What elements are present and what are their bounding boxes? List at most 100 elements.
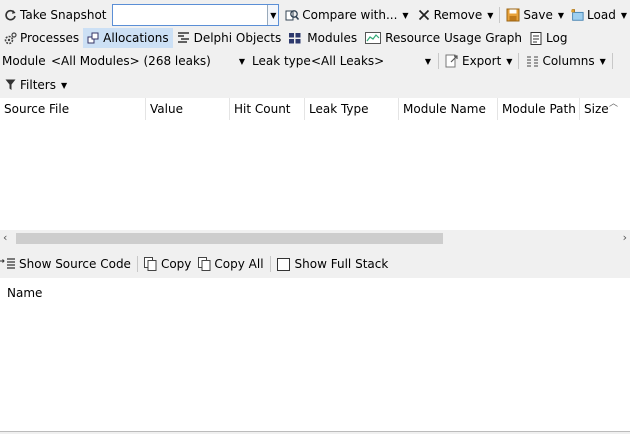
leak-type-select[interactable]: <All Leaks> ▼ bbox=[306, 51, 435, 71]
stack-name-header[interactable]: Name bbox=[7, 286, 42, 300]
module-label: Module bbox=[2, 54, 46, 68]
column-header-source-file[interactable]: Source File bbox=[0, 98, 146, 120]
filters-button[interactable]: Filters ▼ bbox=[0, 75, 70, 95]
scroll-right-icon[interactable]: › bbox=[623, 231, 627, 244]
tab-label: Resource Usage Graph bbox=[385, 31, 522, 45]
filter-bar: Module <All Modules> (268 leaks) ▼ Leak … bbox=[0, 51, 630, 71]
copy-all-label: Copy All bbox=[214, 257, 264, 271]
export-button[interactable]: Export ▼ bbox=[442, 51, 515, 71]
floppy-disk-icon bbox=[506, 8, 520, 22]
tab-delphi-objects[interactable]: Delphi Objects bbox=[173, 28, 286, 48]
export-icon bbox=[445, 54, 459, 68]
horizontal-scrollbar[interactable]: ‹ › bbox=[0, 230, 630, 247]
column-header-module-path[interactable]: Module Path bbox=[498, 98, 580, 120]
graph-icon bbox=[365, 32, 382, 44]
column-header-size[interactable]: Size bbox=[580, 98, 630, 120]
load-label: Load bbox=[587, 8, 616, 22]
tab-label: Log bbox=[546, 31, 568, 45]
dropdown-arrow-icon: ▼ bbox=[506, 56, 513, 66]
columns-button[interactable]: Columns ▼ bbox=[522, 51, 608, 71]
grid-header: Source File Value Hit Count Leak Type Mo… bbox=[0, 98, 630, 120]
toolbar-separator bbox=[611, 53, 613, 69]
allocations-grid[interactable]: Source File Value Hit Count Leak Type Mo… bbox=[0, 98, 630, 230]
scroll-left-icon[interactable]: ‹ bbox=[3, 231, 7, 244]
module-select[interactable]: <All Modules> (268 leaks) ▼ bbox=[46, 51, 249, 71]
remove-label: Remove bbox=[433, 8, 483, 22]
toolbar-separator bbox=[269, 256, 271, 272]
copy-button[interactable]: Copy bbox=[141, 254, 194, 274]
stack-toolbar: Show Source Code Copy Copy All Show Full… bbox=[0, 254, 630, 274]
main-toolbar: Take Snapshot ▼ Compare with... ▼ Remove… bbox=[0, 4, 630, 26]
tab-label: Allocations bbox=[103, 31, 169, 45]
sort-arrow-icon: ︿ bbox=[608, 99, 618, 109]
stack-panel[interactable]: Name bbox=[0, 278, 630, 431]
source-code-icon bbox=[0, 257, 16, 271]
copy-icon bbox=[144, 257, 158, 271]
take-snapshot-label: Take Snapshot bbox=[20, 8, 107, 22]
compare-icon bbox=[285, 8, 300, 22]
modules-icon bbox=[289, 32, 301, 44]
chevron-down-icon[interactable]: ▼ bbox=[267, 5, 279, 25]
columns-label: Columns bbox=[542, 54, 595, 68]
copy-all-button[interactable]: Copy All bbox=[194, 254, 266, 274]
dropdown-arrow-icon: ▼ bbox=[557, 10, 565, 20]
dropdown-arrow-icon: ▼ bbox=[60, 80, 68, 90]
log-icon bbox=[530, 31, 542, 45]
tab-processes[interactable]: Processes bbox=[0, 28, 83, 48]
toolbar-separator bbox=[438, 53, 439, 69]
take-snapshot-button[interactable]: Take Snapshot bbox=[0, 5, 110, 25]
bottom-border bbox=[0, 431, 630, 432]
tab-label: Delphi Objects bbox=[193, 31, 282, 45]
show-source-code-button[interactable]: Show Source Code bbox=[0, 254, 134, 274]
tab-resource-usage-graph[interactable]: Resource Usage Graph bbox=[361, 28, 526, 48]
gear-icon bbox=[4, 31, 17, 45]
remove-button[interactable]: Remove ▼ bbox=[414, 5, 497, 25]
tree-list-icon bbox=[177, 32, 190, 44]
export-label: Export bbox=[462, 54, 502, 68]
view-tabs: Processes Allocations Delphi Objects Mod… bbox=[0, 28, 630, 48]
filters-row: Filters ▼ bbox=[0, 75, 630, 95]
close-icon bbox=[417, 8, 431, 22]
toolbar-separator bbox=[499, 7, 501, 23]
compare-with-button[interactable]: Compare with... ▼ bbox=[282, 5, 411, 25]
load-button[interactable]: Load ▼ bbox=[567, 5, 630, 25]
dropdown-arrow-icon: ▼ bbox=[487, 10, 494, 20]
toolbar-separator bbox=[518, 53, 520, 69]
dropdown-arrow-icon: ▼ bbox=[599, 56, 606, 66]
show-full-stack-checkbox[interactable]: Show Full Stack bbox=[274, 254, 392, 274]
scrollbar-thumb[interactable] bbox=[16, 233, 443, 244]
show-full-stack-label: Show Full Stack bbox=[294, 257, 389, 271]
leak-type-select-value: <All Leaks> bbox=[311, 54, 385, 68]
load-icon bbox=[570, 8, 584, 22]
copy-label: Copy bbox=[160, 257, 192, 271]
copy-all-icon bbox=[197, 257, 211, 271]
column-header-module-name[interactable]: Module Name bbox=[399, 98, 498, 120]
module-select-value: <All Modules> (268 leaks) bbox=[51, 54, 211, 68]
save-label: Save bbox=[523, 8, 553, 22]
checkbox-box[interactable] bbox=[276, 257, 290, 271]
tab-modules[interactable]: Modules bbox=[285, 28, 361, 48]
chevron-down-icon: ▼ bbox=[238, 56, 245, 66]
column-header-leak-type[interactable]: Leak Type bbox=[305, 98, 399, 120]
snapshot-combobox[interactable]: ▼ bbox=[111, 4, 280, 26]
refresh-icon bbox=[3, 8, 17, 22]
dropdown-arrow-icon: ▼ bbox=[402, 10, 409, 20]
show-source-code-label: Show Source Code bbox=[19, 257, 131, 271]
toolbar-separator bbox=[136, 256, 138, 272]
dropdown-arrow-icon: ▼ bbox=[620, 10, 627, 20]
snapshot-value bbox=[113, 5, 268, 25]
leak-type-label: Leak type bbox=[252, 54, 311, 68]
tab-label: Modules bbox=[307, 31, 358, 45]
column-header-value[interactable]: Value bbox=[146, 98, 230, 120]
tab-label: Processes bbox=[20, 31, 80, 45]
save-button[interactable]: Save ▼ bbox=[503, 5, 567, 25]
funnel-icon bbox=[3, 78, 17, 92]
tab-allocations[interactable]: Allocations bbox=[83, 28, 173, 48]
chevron-down-icon: ▼ bbox=[424, 56, 431, 66]
columns-icon bbox=[525, 54, 539, 68]
compare-with-label: Compare with... bbox=[302, 8, 398, 22]
filters-label: Filters bbox=[20, 78, 56, 92]
tab-log[interactable]: Log bbox=[526, 28, 571, 48]
allocations-icon bbox=[87, 32, 99, 44]
column-header-hit-count[interactable]: Hit Count bbox=[230, 98, 305, 120]
